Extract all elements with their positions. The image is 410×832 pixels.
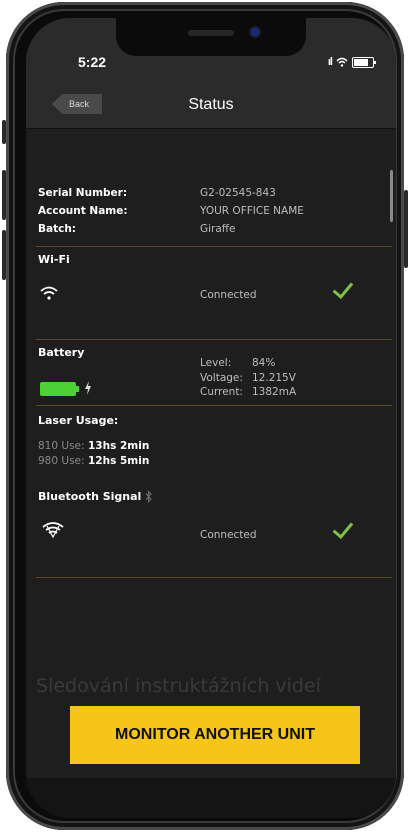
charging-bolt-icon <box>85 381 91 395</box>
serial-label: Serial Number: <box>38 187 128 199</box>
wifi-section-title: Wi-Fi <box>38 253 70 266</box>
status-icons: ıl <box>327 56 376 68</box>
bluetooth-signal-icon <box>42 522 64 539</box>
battery-section-title: Battery <box>38 346 85 359</box>
laser-980-value-cell: 12hs 5min <box>88 455 149 467</box>
account-value: YOUR OFFICE NAME <box>200 205 304 217</box>
divider <box>36 339 392 340</box>
current-label: Current: <box>200 386 243 398</box>
cellular-signal-icon: ıl <box>327 56 333 68</box>
status-bar: 5:22 ıl <box>26 18 396 84</box>
notch <box>116 18 306 56</box>
serial-value: G2-02545-843 <box>200 187 276 199</box>
battery-icon-tip <box>76 386 79 392</box>
batch-value: Giraffe <box>200 223 236 235</box>
monitor-another-unit-button[interactable]: MONITOR ANOTHER UNIT <box>70 706 360 764</box>
wifi-status-icon <box>336 57 348 67</box>
batch-label: Batch: <box>38 223 77 235</box>
divider <box>36 246 392 247</box>
account-value-cell: YOUR OFFICE NAME <box>200 205 304 217</box>
monitor-another-unit-label: MONITOR ANOTHER UNIT <box>115 726 315 743</box>
divider <box>36 405 392 406</box>
level-label-cell: Level: <box>200 357 231 369</box>
wifi-icon <box>40 286 58 300</box>
account-row: Account Name: <box>38 205 128 217</box>
account-label: Account Name: <box>38 205 128 217</box>
phone-device: 5:22 ıl Back Status Serial Number: G2-02… <box>0 0 410 832</box>
bluetooth-status: Connected <box>200 529 257 541</box>
current-value-cell: 1382mA <box>252 386 296 398</box>
current-label-cell: Current: <box>200 386 243 398</box>
bluetooth-status-cell: Connected <box>200 529 257 541</box>
laser-980-label-cell: 980 Use: <box>38 455 85 467</box>
page-title: Status <box>188 96 234 113</box>
laser-980-value: 12hs 5min <box>88 455 150 467</box>
serial-value-cell: G2-02545-843 <box>200 187 276 199</box>
check-icon <box>328 520 350 534</box>
video-tutorials-caption: Sledování instruktážních videí <box>36 675 321 697</box>
level-label: Level: <box>200 357 232 369</box>
level-value-cell: 84% <box>252 357 275 369</box>
serial-row: Serial Number: <box>38 187 127 199</box>
voltage-value-cell: 12.215V <box>252 372 296 384</box>
navigation-bar: Back Status <box>26 84 396 129</box>
wifi-status-cell: Connected <box>200 289 257 301</box>
scrollbar[interactable] <box>390 170 393 222</box>
batch-row: Batch: <box>38 223 76 235</box>
clock: 5:22 <box>78 54 107 70</box>
divider <box>36 577 392 578</box>
laser-section-title: Laser Usage: <box>38 414 119 427</box>
laser-810-label: 810 Use: <box>38 440 85 452</box>
voltage-label-cell: Voltage: <box>200 372 243 384</box>
laser-810-label-cell: 810 Use: <box>38 440 85 452</box>
level-value: 84% <box>252 357 276 369</box>
screen: 5:22 ıl Back Status Serial Number: G2-02… <box>26 18 396 818</box>
front-camera <box>250 27 260 37</box>
battery-status-icon <box>352 56 376 68</box>
voltage-label: Voltage: <box>200 372 243 384</box>
bluetooth-icon <box>145 490 152 503</box>
current-value: 1382mA <box>252 386 297 398</box>
power-button <box>404 190 408 268</box>
check-icon <box>328 280 350 294</box>
bottom-bezel <box>26 778 396 818</box>
phone-frame: 5:22 ıl Back Status Serial Number: G2-02… <box>6 2 404 830</box>
battery-icon <box>40 382 76 396</box>
laser-980-label: 980 Use: <box>38 455 85 467</box>
speaker <box>188 30 234 36</box>
bluetooth-section-title: Bluetooth Signal <box>38 490 142 503</box>
wifi-status: Connected <box>200 289 257 301</box>
laser-810-value-cell: 13hs 2min <box>88 440 149 452</box>
batch-value-cell: Giraffe <box>200 223 236 235</box>
voltage-value: 12.215V <box>252 372 296 384</box>
laser-810-value: 13hs 2min <box>88 440 150 452</box>
